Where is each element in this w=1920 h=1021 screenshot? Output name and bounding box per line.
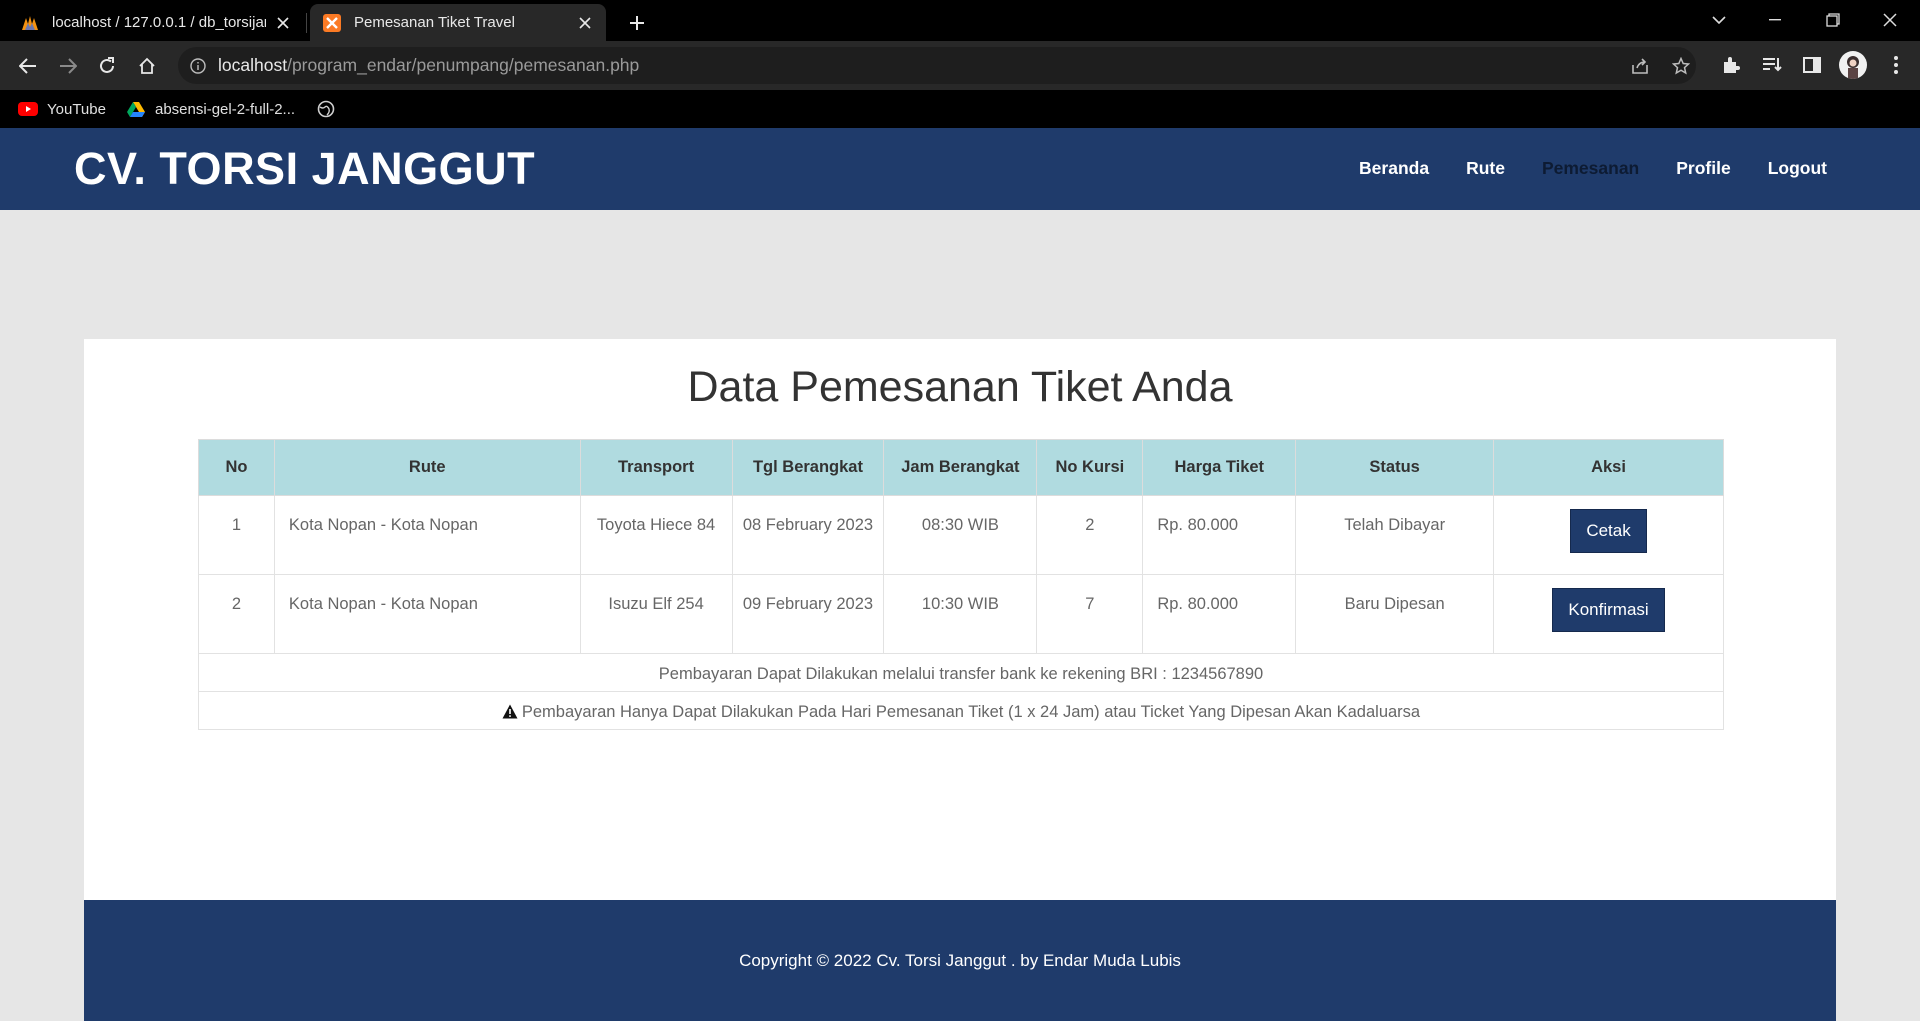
menu-kebab-icon[interactable] [1884,53,1908,77]
restore-button[interactable] [1805,0,1861,40]
col-header-no-kursi: No Kursi [1036,439,1144,496]
cetak-button[interactable]: Cetak [1570,509,1647,553]
orders-table: No Rute Transport Tgl Berangkat Jam Bera… [198,439,1724,730]
close-window-button[interactable] [1862,0,1918,40]
konfirmasi-button[interactable]: Konfirmasi [1552,588,1665,632]
page-title: Data Pemesanan Tiket Anda [687,363,1233,411]
url-path: /program_endar/penumpang/pemesanan.php [287,55,640,75]
close-icon[interactable] [274,14,292,32]
cell-status: Baru Dipesan [1295,574,1495,654]
globe-icon [316,100,336,118]
youtube-icon [18,101,38,117]
minimize-button[interactable] [1747,0,1803,40]
bookmark-youtube[interactable]: YouTube [18,98,106,120]
cell-transport: Toyota Hiece 84 [579,495,733,575]
payment-note: Pembayaran Dapat Dilakukan melalui trans… [198,653,1724,692]
nav-pemesanan[interactable]: Pemesanan [1542,158,1639,179]
bookmark-absensi[interactable]: absensi-gel-2-full-2... [126,98,295,120]
copyright-text: Copyright © 2022 Cv. Torsi Janggut . by … [739,951,1181,970]
cell-harga-tiket: Rp. 80.000 [1142,574,1297,654]
table-header-row: No Rute Transport Tgl Berangkat Jam Bera… [198,439,1724,496]
table-row: 1 Kota Nopan - Kota Nopan Toyota Hiece 8… [198,495,1724,575]
url-text: localhost/program_endar/penumpang/pemesa… [218,55,639,76]
cell-transport: Isuzu Elf 254 [579,574,733,654]
reading-list-icon[interactable] [1760,53,1784,77]
bookmark-label: YouTube [47,100,106,118]
nav-menu: Beranda Rute Pemesanan Profile Logout [1359,158,1827,179]
bookmark-globe[interactable] [316,98,345,120]
site-info-icon[interactable] [188,56,208,76]
tab-divider [306,13,307,33]
cell-harga-tiket: Rp. 80.000 [1142,495,1297,575]
site-navbar: CV. TORSI JANGGUT Beranda Rute Pemesanan… [0,128,1920,210]
warning-note-row: Pembayaran Hanya Dapat Dilakukan Pada Ha… [198,691,1724,730]
home-button[interactable] [131,50,163,82]
payment-note-row: Pembayaran Dapat Dilakukan melalui trans… [198,653,1724,692]
google-drive-icon [126,101,146,117]
address-bar[interactable]: localhost/program_endar/penumpang/pemesa… [178,47,1696,84]
site-footer: Copyright © 2022 Cv. Torsi Janggut . by … [84,900,1836,1021]
cell-no: 1 [198,495,275,575]
bookmarks-bar: YouTube absensi-gel-2-full-2... [0,90,1920,128]
nav-beranda[interactable]: Beranda [1359,158,1429,179]
col-header-no: No [198,439,275,496]
warning-note: Pembayaran Hanya Dapat Dilakukan Pada Ha… [521,703,1421,721]
cell-tgl-berangkat: 08 February 2023 [731,495,885,575]
bookmark-label: absensi-gel-2-full-2... [155,100,296,118]
browser-tab-strip: localhost / 127.0.0.1 / db_torsijanggut … [0,0,1920,41]
new-tab-button[interactable] [622,8,652,38]
browser-toolbar: localhost/program_endar/penumpang/pemesa… [0,41,1920,90]
cell-no-kursi: 7 [1036,574,1144,654]
col-header-harga-tiket: Harga Tiket [1142,439,1297,496]
cell-jam-berangkat: 08:30 WIB [883,495,1038,575]
cell-no: 2 [198,574,275,654]
cell-jam-berangkat: 10:30 WIB [883,574,1038,654]
cell-no-kursi: 2 [1036,495,1144,575]
cell-tgl-berangkat: 09 February 2023 [731,574,885,654]
url-host: localhost [218,55,288,75]
content-card: Data Pemesanan Tiket Anda No Rute Transp… [84,339,1836,900]
forward-button[interactable] [52,50,84,82]
tab-title: localhost / 127.0.0.1 / db_torsijanggut [52,14,266,31]
side-panel-icon[interactable] [1800,53,1824,77]
xampp-icon [322,13,342,33]
reload-button[interactable] [91,50,123,82]
tab-search-chevron-icon[interactable] [1691,0,1747,40]
back-button[interactable] [12,50,44,82]
col-header-aksi: Aksi [1493,439,1724,496]
col-header-jam-berangkat: Jam Berangkat [883,439,1038,496]
warning-icon [502,702,518,726]
cell-status: Telah Dibayar [1295,495,1495,575]
cell-aksi: Konfirmasi [1493,574,1724,654]
col-header-status: Status [1295,439,1495,496]
col-header-rute: Rute [273,439,581,496]
cell-rute: Kota Nopan - Kota Nopan [273,574,581,654]
cell-rute: Kota Nopan - Kota Nopan [273,495,581,575]
nav-profile[interactable]: Profile [1676,158,1730,179]
tab-title: Pemesanan Tiket Travel [354,14,515,31]
warning-note-cell: Pembayaran Hanya Dapat Dilakukan Pada Ha… [198,691,1724,730]
nav-logout[interactable]: Logout [1768,158,1827,179]
table-row: 2 Kota Nopan - Kota Nopan Isuzu Elf 254 … [198,574,1724,654]
profile-avatar[interactable] [1839,51,1867,79]
extensions-icon[interactable] [1719,53,1743,77]
cell-aksi: Cetak [1493,495,1724,575]
phpmyadmin-icon [20,13,40,33]
tab-phpmyadmin[interactable]: localhost / 127.0.0.1 / db_torsijanggut [8,4,304,41]
nav-rute[interactable]: Rute [1466,158,1505,179]
tab-pemesanan[interactable]: Pemesanan Tiket Travel [310,4,606,41]
share-icon[interactable] [1629,55,1651,77]
close-icon[interactable] [576,14,594,32]
brand-logo-text[interactable]: CV. TORSI JANGGUT [74,143,535,195]
col-header-transport: Transport [579,439,733,496]
col-header-tgl-berangkat: Tgl Berangkat [731,439,885,496]
bookmark-star-icon[interactable] [1670,55,1692,77]
